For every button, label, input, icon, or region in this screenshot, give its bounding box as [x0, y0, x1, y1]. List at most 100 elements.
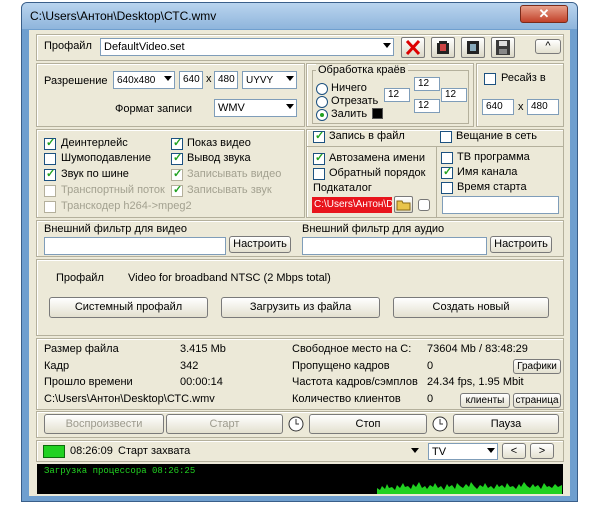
broadcast-label: Вещание в сеть	[456, 130, 537, 142]
resolution-preset-select[interactable]: 640x480	[113, 71, 175, 89]
status-message: Старт захвата	[118, 445, 191, 457]
create-new-button[interactable]: Создать новый	[393, 297, 549, 318]
reverse-order-label: Обратный порядок	[329, 167, 426, 179]
frame-label: Кадр	[44, 360, 70, 372]
reverse-order-checkbox[interactable]	[313, 168, 325, 180]
pause-button[interactable]: Пауза	[453, 414, 559, 434]
delete-profile-button[interactable]	[401, 37, 425, 58]
audio-filter-label: Внешний фильтр для аудио	[302, 223, 445, 235]
dropped-frames-label: Пропущено кадров	[292, 360, 390, 372]
film-button[interactable]	[431, 37, 455, 58]
folder-icon	[396, 200, 411, 211]
edge-title: Обработка краёв	[316, 64, 408, 76]
audio-filter-configure-button[interactable]: Настроить	[490, 236, 552, 253]
clients-value: 0	[427, 393, 434, 405]
chevron-down-icon	[487, 448, 495, 453]
edge-bottom-input[interactable]: 12	[414, 99, 440, 113]
show-video-label: Показ видео	[187, 137, 251, 149]
audio-filter-input[interactable]	[302, 237, 487, 255]
height-input[interactable]: 480	[214, 71, 238, 89]
prev-channel-button[interactable]: <	[502, 443, 526, 459]
system-profile-button[interactable]: Системный профайл	[49, 297, 208, 318]
edge-top-input[interactable]: 12	[414, 77, 440, 91]
edge-right-input[interactable]: 12	[441, 88, 467, 102]
channel-select[interactable]: TV	[428, 443, 498, 460]
edge-left-input[interactable]: 12	[384, 88, 410, 102]
close-button[interactable]: ✕	[520, 5, 568, 23]
colorspace-value: UYVY	[246, 75, 274, 86]
output-path: C:\Users\Антон\Desktop\СТС.wmv	[44, 393, 215, 405]
fill-color-swatch[interactable]	[372, 108, 383, 119]
fps-value: 24.34 fps, 1.95 Mbit	[427, 376, 524, 388]
channel-name-checkbox[interactable]	[441, 165, 453, 179]
width-input[interactable]: 640	[179, 71, 203, 89]
next-channel-button[interactable]: >	[530, 443, 554, 459]
fps-label: Частота кадров/сэмплов	[292, 376, 418, 388]
status-dropdown-icon[interactable]	[411, 448, 419, 453]
browse-folder-button[interactable]	[394, 196, 413, 213]
colorspace-select[interactable]: UYVY	[242, 71, 297, 89]
edge-fill-radio[interactable]	[316, 109, 328, 121]
auto-rename-label: Автозамена имени	[329, 152, 425, 164]
video-filter-configure-button[interactable]: Настроить	[229, 236, 291, 253]
play-button[interactable]: Воспроизвести	[44, 414, 164, 434]
start-time-label: Время старта	[457, 181, 527, 193]
transcoder-checkbox[interactable]	[44, 201, 56, 213]
capture-indicator	[43, 445, 65, 458]
edge-none-radio[interactable]	[316, 83, 328, 95]
format-select[interactable]: WMV	[214, 99, 297, 117]
video-filter-input[interactable]	[44, 237, 226, 255]
status-time: 08:26:09	[70, 445, 113, 457]
collapse-button[interactable]: ^	[535, 39, 561, 54]
noise-reduction-label: Шумоподавление	[61, 152, 151, 164]
start-time-input[interactable]	[442, 196, 559, 214]
load-from-file-button[interactable]: Загрузить из файла	[221, 297, 380, 318]
resize-x-label: x	[518, 101, 524, 113]
resize-checkbox[interactable]	[484, 73, 496, 85]
save-profile-button[interactable]	[491, 37, 515, 58]
edge-crop-radio[interactable]	[316, 96, 328, 108]
save-icon	[496, 40, 510, 55]
audio-output-checkbox[interactable]	[171, 151, 183, 165]
audio-bus-label: Звук по шине	[61, 168, 129, 180]
window-title: C:\Users\Антон\Desktop\СТС.wmv	[30, 9, 217, 23]
record-video-label: Записывать видео	[187, 168, 282, 180]
clients-label: Количество клиентов	[292, 393, 401, 405]
start-timer-clock-icon[interactable]	[288, 416, 304, 432]
graphs-button[interactable]: Графики	[513, 359, 561, 374]
subdir-input[interactable]: C:\Users\Антон\D	[312, 197, 392, 213]
resize-width-input[interactable]: 640	[482, 99, 514, 115]
stop-timer-clock-icon[interactable]	[432, 416, 448, 432]
record-vertical-separator	[436, 147, 437, 217]
page-button[interactable]: страница	[513, 393, 561, 408]
chevron-down-icon	[383, 43, 391, 48]
free-space-value: 73604 Mb / 83:48:29	[427, 343, 528, 355]
auto-rename-checkbox[interactable]	[313, 151, 325, 165]
audio-output-label: Вывод звука	[187, 152, 251, 164]
write-file-checkbox[interactable]	[313, 129, 325, 143]
start-time-checkbox[interactable]	[441, 182, 453, 194]
transcoder-label: Транскодер h264->mpeg2	[61, 200, 192, 212]
show-video-checkbox[interactable]	[171, 136, 183, 150]
profile-select[interactable]: DefaultVideo.set	[100, 38, 394, 56]
resize-label: Ресайз в	[501, 72, 546, 84]
resize-height-input[interactable]: 480	[527, 99, 559, 115]
film-alt-button[interactable]	[461, 37, 485, 58]
audio-bus-checkbox[interactable]	[44, 167, 56, 181]
clients-button[interactable]: клиенты	[460, 393, 510, 408]
transport-stream-checkbox[interactable]	[44, 185, 56, 197]
video-filter-label: Внешний фильтр для видео	[44, 223, 187, 235]
chevron-down-icon	[286, 104, 294, 109]
stop-button[interactable]: Стоп	[309, 414, 427, 434]
record-audio-checkbox[interactable]	[171, 183, 183, 197]
record-video-checkbox[interactable]	[171, 167, 183, 181]
tv-program-checkbox[interactable]	[441, 152, 453, 164]
file-size-value: 3.415 Mb	[180, 343, 226, 355]
noise-reduction-checkbox[interactable]	[44, 153, 56, 165]
film-alt-icon	[467, 41, 479, 54]
start-button[interactable]: Старт	[166, 414, 283, 434]
subdir-toggle[interactable]	[418, 199, 430, 211]
format-value: WMV	[218, 102, 245, 114]
deinterlace-checkbox[interactable]	[44, 136, 56, 150]
broadcast-checkbox[interactable]	[440, 131, 452, 143]
